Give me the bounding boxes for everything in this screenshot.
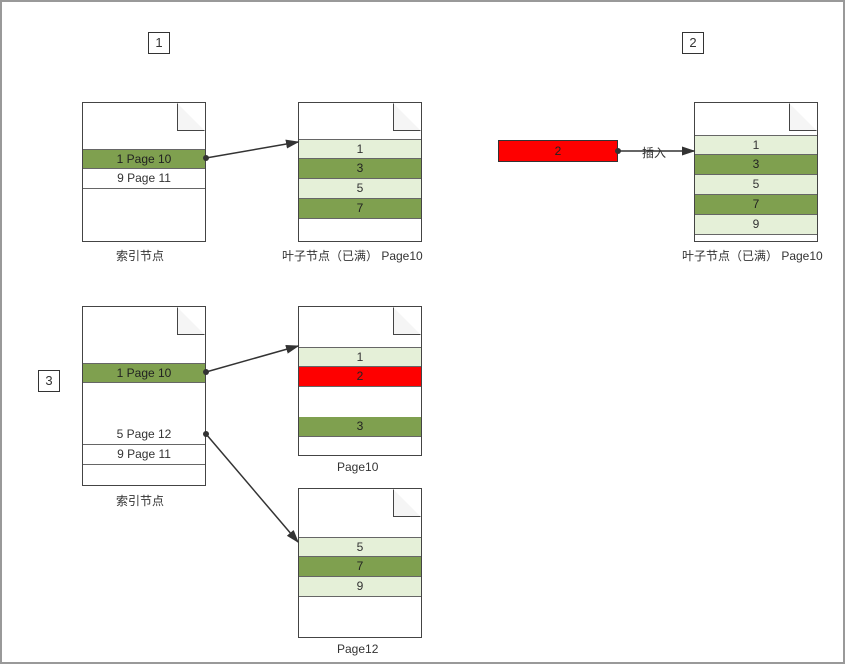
leaf-row: 5	[299, 179, 421, 199]
diagram-canvas: 1 2 3 1 Page 10 9 Page 11 索引节点 1 3 5 7 叶…	[0, 0, 845, 664]
index-row: 9 Page 11	[83, 445, 205, 465]
panel1-leaf-node: 1 3 5 7	[298, 102, 422, 242]
leaf-row: 3	[299, 159, 421, 179]
leaf-row: 7	[299, 557, 421, 577]
panel2-leaf-node: 1 3 5 7 9	[694, 102, 818, 242]
index-row: 1 Page 10	[83, 363, 205, 383]
panel3-leaf-b: 5 7 9	[298, 488, 422, 638]
leaf-row: 1	[299, 347, 421, 367]
leaf-row-inserted: 2	[299, 367, 421, 387]
panel2-leaf-caption: 叶子节点（已满） Page10	[682, 247, 823, 264]
panel3-leaf-b-caption: Page12	[337, 642, 378, 656]
panel3-index-node: 1 Page 10 5 Page 12 9 Page 11	[82, 306, 206, 486]
index-row: 9 Page 11	[83, 169, 205, 189]
panel3-leaf-a: 1 2 3	[298, 306, 422, 456]
index-row: 5 Page 12	[83, 425, 205, 445]
leaf-row: 9	[695, 215, 817, 235]
panel3-leaf-a-caption: Page10	[337, 460, 378, 474]
leaf-row: 5	[299, 537, 421, 557]
leaf-row: 9	[299, 577, 421, 597]
insert-value-box: 2	[498, 140, 618, 162]
leaf-row: 3	[299, 417, 421, 437]
leaf-row: 3	[695, 155, 817, 175]
insert-label: 插入	[642, 144, 666, 161]
panel1-leaf-caption: 叶子节点（已满） Page10	[282, 247, 423, 264]
leaf-row: 7	[695, 195, 817, 215]
step-badge-3: 3	[38, 370, 60, 392]
step-badge-1: 1	[148, 32, 170, 54]
leaf-row: 7	[299, 199, 421, 219]
index-row: 1 Page 10	[83, 149, 205, 169]
panel1-index-node: 1 Page 10 9 Page 11	[82, 102, 206, 242]
leaf-row: 1	[695, 135, 817, 155]
leaf-row: 1	[299, 139, 421, 159]
step-badge-2: 2	[682, 32, 704, 54]
leaf-row: 5	[695, 175, 817, 195]
panel3-index-caption: 索引节点	[116, 492, 164, 509]
panel1-index-caption: 索引节点	[116, 247, 164, 264]
